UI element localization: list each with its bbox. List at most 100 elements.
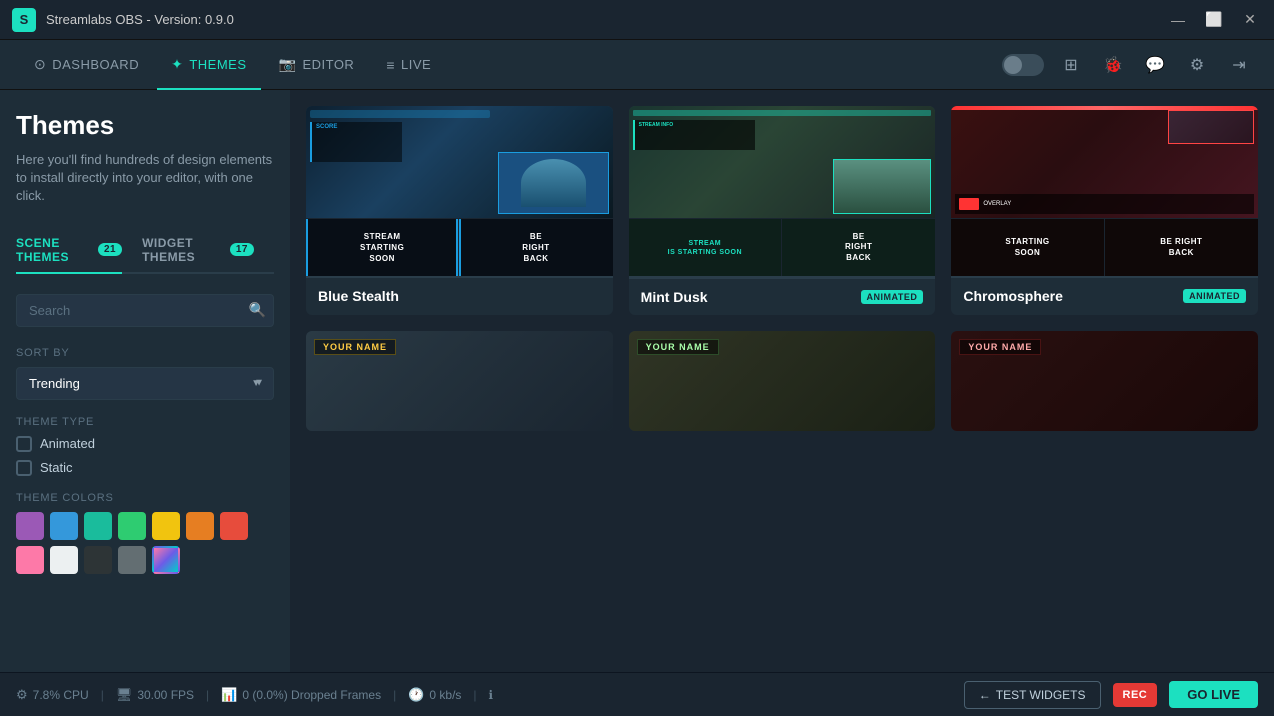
animated-checkbox[interactable] — [16, 436, 32, 452]
cpu-value: 7.8% CPU — [33, 688, 89, 702]
maximize-button[interactable]: ⬜ — [1200, 10, 1228, 30]
nav-label-editor: EDITOR — [302, 57, 354, 72]
grid-view-button[interactable]: ⊞ — [1056, 50, 1086, 80]
themes-icon: ✦ — [171, 56, 183, 73]
dropped-icon: 📊 — [221, 687, 237, 703]
nav-label-themes: THEMES — [189, 57, 246, 72]
theme-tabs: SCENE THEMES 21 WIDGET THEMES 17 — [16, 228, 274, 274]
nav-label-live: LIVE — [401, 57, 431, 72]
mode-toggle[interactable] — [1002, 54, 1044, 76]
theme-card-blue-stealth[interactable]: SCORE STREAM STARTING SOON — [306, 106, 613, 315]
mint-dusk-footer: Mint Dusk ANIMATED — [629, 279, 936, 315]
fps-value: 30.00 FPS — [137, 688, 194, 702]
cpu-icon: ⚙ — [16, 687, 28, 703]
color-green[interactable] — [118, 512, 146, 540]
tab-scene-badge: 21 — [98, 243, 122, 256]
live-icon: ≡ — [386, 57, 395, 73]
main-layout: Themes Here you'll find hundreds of desi… — [0, 90, 1274, 672]
color-swatches — [16, 512, 274, 574]
color-blue[interactable] — [50, 512, 78, 540]
color-orange[interactable] — [186, 512, 214, 540]
nav-item-editor[interactable]: 📷 EDITOR — [265, 40, 369, 90]
blue-stealth-name: Blue Stealth — [318, 288, 399, 304]
theme-card-mint-dusk[interactable]: STREAM INFO STREAMIS STARTING SOON BERIG… — [629, 106, 936, 315]
mint-dusk-preview: STREAM INFO STREAMIS STARTING SOON BERIG… — [629, 106, 936, 279]
search-button[interactable]: 🔍 — [249, 302, 266, 319]
dropped-value: 0 (0.0%) Dropped Frames — [242, 688, 381, 702]
minimize-button[interactable]: — — [1164, 10, 1192, 30]
info-icon[interactable]: ℹ — [489, 688, 494, 702]
sep-4: | — [473, 688, 476, 702]
animated-checkbox-item[interactable]: Animated — [16, 436, 274, 452]
accent-line-left2 — [459, 219, 461, 276]
your-name-1: YOUR NAME — [314, 339, 396, 355]
partial-preview-2: YOUR NAME — [629, 331, 936, 431]
sort-by-section: SORT BY Trending ▼ — [16, 347, 274, 400]
app-title: Streamlabs OBS - Version: 0.9.0 — [46, 12, 234, 27]
accent-line-left — [306, 219, 308, 276]
color-rainbow[interactable] — [152, 546, 180, 574]
blue-stealth-footer: Blue Stealth — [306, 278, 613, 314]
bottom-bar: ⚙ 7.8% CPU | 🖥 30.00 FPS | 📊 0 (0.0%) Dr… — [0, 672, 1274, 716]
theme-card-chromosphere[interactable]: OVERLAY STARTINGSOON BE RIGHTBACK — [951, 106, 1258, 315]
color-teal[interactable] — [84, 512, 112, 540]
partial-preview-3: YOUR NAME — [951, 331, 1258, 431]
accent-line-right — [456, 219, 458, 276]
test-widgets-button[interactable]: ← TEST WIDGETS — [964, 681, 1101, 709]
tab-widget-label: WIDGET THEMES — [142, 236, 224, 264]
window-controls: — ⬜ ✕ — [1164, 10, 1264, 30]
sort-select-wrapper: Trending ▼ — [16, 367, 274, 400]
static-checkbox[interactable] — [16, 460, 32, 476]
color-gray[interactable] — [118, 546, 146, 574]
sep-1: | — [101, 688, 104, 702]
partial-card-2[interactable]: YOUR NAME — [629, 331, 936, 431]
partial-themes-row: YOUR NAME YOUR NAME YOUR NAME — [306, 331, 1258, 431]
search-box: 🔍 — [16, 294, 274, 327]
chromosphere-badge: ANIMATED — [1183, 289, 1246, 303]
editor-icon: 📷 — [279, 56, 297, 73]
fps-icon: 🖥 — [116, 687, 133, 703]
static-checkbox-item[interactable]: Static — [16, 460, 274, 476]
blue-stealth-panel-2: BE RIGHT BACK — [459, 218, 612, 276]
discord-icon[interactable]: 💬 — [1140, 50, 1170, 80]
theme-type-section: THEME TYPE Animated Static — [16, 416, 274, 476]
blue-stealth-panel-1: STREAM STARTING SOON — [306, 218, 459, 276]
color-black[interactable] — [84, 546, 112, 574]
rec-button[interactable]: REC — [1113, 683, 1158, 707]
dropped-stat: 📊 0 (0.0%) Dropped Frames — [221, 687, 381, 703]
blue-stealth-preview: SCORE STREAM STARTING SOON — [306, 106, 613, 278]
collapse-icon[interactable]: ⇥ — [1224, 50, 1254, 80]
tab-widget-themes[interactable]: WIDGET THEMES 17 — [142, 228, 254, 272]
chromosphere-panel-2: BE RIGHTBACK — [1105, 218, 1258, 276]
mint-dusk-badge: ANIMATED — [861, 290, 924, 304]
color-red[interactable] — [220, 512, 248, 540]
search-input[interactable] — [16, 294, 274, 327]
partial-card-1[interactable]: YOUR NAME — [306, 331, 613, 431]
info-item[interactable]: ℹ — [489, 688, 494, 702]
page-subtitle: Here you'll find hundreds of design elem… — [16, 151, 274, 206]
sep-2: | — [206, 688, 209, 702]
color-white[interactable] — [50, 546, 78, 574]
color-yellow[interactable] — [152, 512, 180, 540]
chromosphere-preview: OVERLAY STARTINGSOON BE RIGHTBACK — [951, 106, 1258, 278]
sort-value: Trending — [29, 376, 80, 391]
test-arrow-icon: ← — [979, 688, 991, 702]
partial-card-3[interactable]: YOUR NAME — [951, 331, 1258, 431]
chromosphere-panel-1: STARTINGSOON — [951, 218, 1104, 276]
bandwidth-icon: 🕐 — [408, 687, 424, 703]
color-purple[interactable] — [16, 512, 44, 540]
tab-scene-themes[interactable]: SCENE THEMES 21 — [16, 228, 122, 272]
nav-item-themes[interactable]: ✦ THEMES — [157, 40, 260, 90]
app-logo: S — [12, 8, 36, 32]
settings-icon[interactable]: ⚙ — [1182, 50, 1212, 80]
tab-scene-label: SCENE THEMES — [16, 236, 92, 264]
test-widgets-label: TEST WIDGETS — [996, 688, 1086, 702]
color-pink[interactable] — [16, 546, 44, 574]
go-live-button[interactable]: GO LIVE — [1169, 681, 1258, 708]
theme-grid: SCORE STREAM STARTING SOON — [306, 106, 1258, 315]
close-button[interactable]: ✕ — [1236, 10, 1264, 30]
bug-icon[interactable]: 🐞 — [1098, 50, 1128, 80]
mint-dusk-name: Mint Dusk — [641, 289, 708, 305]
nav-item-dashboard[interactable]: ⊙ DASHBOARD — [20, 40, 153, 90]
nav-item-live[interactable]: ≡ LIVE — [372, 40, 445, 90]
